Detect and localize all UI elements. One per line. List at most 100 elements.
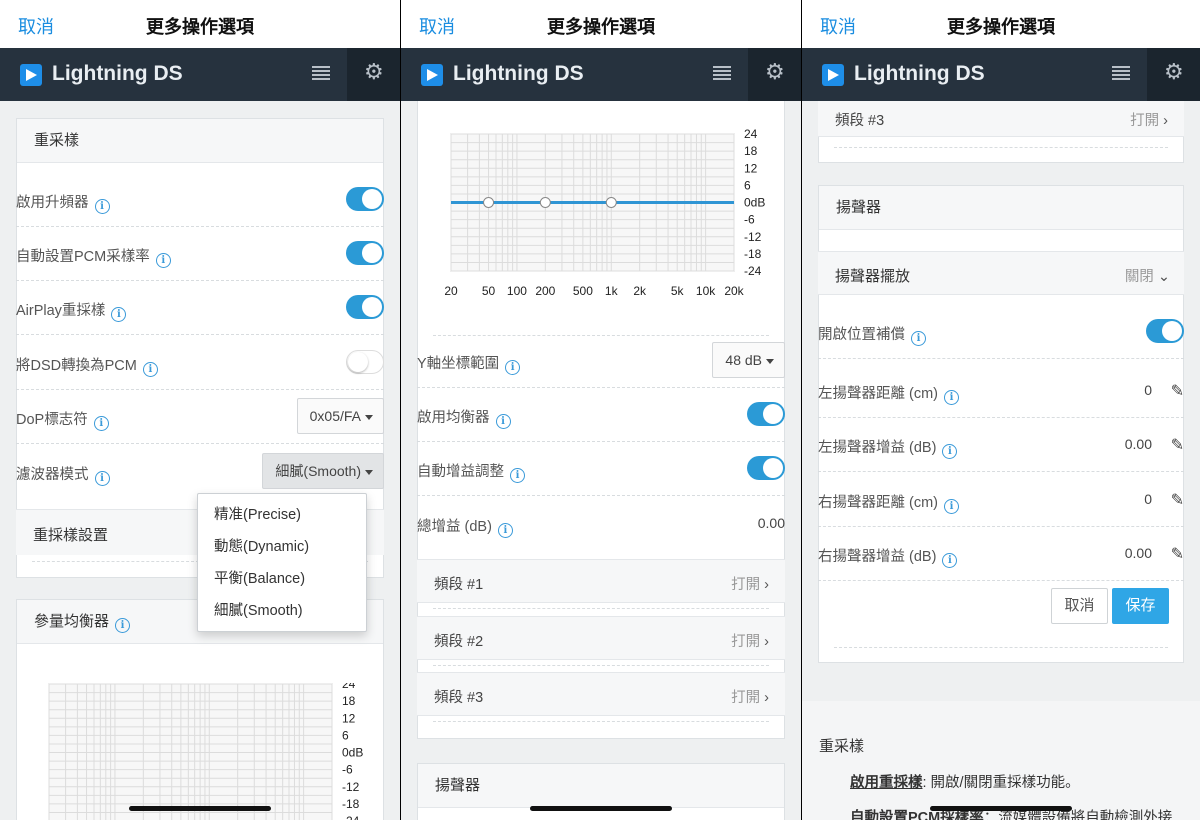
info-icon[interactable]: i — [944, 390, 960, 405]
page-title: 更多操作選項 — [146, 17, 254, 37]
y-tick-label: 18 — [342, 694, 356, 708]
y-tick-label: -6 — [744, 213, 755, 227]
info-icon[interactable]: i — [93, 416, 109, 431]
row-dop-marker: DoP標志符 i 0x05/FA — [16, 390, 384, 444]
eq-band-point — [483, 197, 495, 208]
row-label: Y軸坐標範圍 — [417, 356, 500, 372]
right-distance-value: 0 — [1144, 491, 1152, 507]
band-label: 頻段 #3 — [835, 113, 885, 129]
app-bar: Lightning DS ⚙ — [802, 48, 1200, 101]
row-dsd-to-pcm: 將DSD轉換為PCM i — [16, 336, 384, 390]
top-bar: 取消 更多操作選項 — [0, 0, 400, 48]
x-tick-label: 20k — [724, 284, 744, 298]
dsd-pcm-toggle[interactable] — [346, 350, 384, 374]
filter-select[interactable]: 細膩(Smooth) — [262, 453, 384, 489]
info-icon[interactable]: i — [111, 307, 127, 322]
info-icon[interactable]: i — [942, 444, 958, 459]
eq-chart[interactable]: 24 18 12 6 0dB -6 -12 -18 -24 20 50 100 200 500 1k 2k 5k… — [431, 123, 776, 303]
band-2-row[interactable]: 頻段 #2 打開 › — [417, 616, 785, 660]
info-icon[interactable]: i — [510, 468, 525, 483]
panel-speaker: 取消 更多操作選項 Lightning DS ⚙ 頻段 #3 打開 › 揚聲器 … — [802, 0, 1200, 820]
row-auto-pcm: 自動設置PCM采樣率 i — [16, 227, 384, 281]
row-label: 總增益 (dB) — [417, 519, 492, 535]
home-indicator — [930, 806, 1072, 811]
option-dynamic[interactable]: 動態(Dynamic) — [198, 531, 366, 563]
band-state: 打開 › — [1130, 113, 1168, 129]
info-icon[interactable]: i — [911, 331, 926, 346]
menu-icon[interactable] — [713, 65, 731, 81]
option-precise[interactable]: 精准(Precise) — [198, 499, 366, 531]
row-label: 開啟位置補償 — [818, 327, 905, 343]
y-tick-label: 0dB — [342, 746, 363, 760]
row-label: 自動設置PCM采樣率 — [16, 249, 150, 265]
option-balance[interactable]: 平衡(Balance) — [198, 563, 366, 595]
gear-icon: ⚙ — [765, 59, 785, 84]
info-icon[interactable]: i — [497, 523, 513, 538]
band-state: 打開 › — [731, 634, 769, 650]
position-comp-toggle[interactable] — [1146, 319, 1184, 343]
y-range-select[interactable]: 48 dB — [712, 342, 785, 378]
info-icon[interactable]: i — [944, 499, 960, 514]
gear-icon: ⚙ — [364, 59, 384, 84]
y-tick-label: 24 — [744, 127, 758, 141]
airplay-toggle[interactable] — [346, 295, 384, 319]
left-distance-value: 0 — [1144, 382, 1152, 398]
info-icon[interactable]: i — [94, 199, 110, 214]
row-enable-eq: 啟用均衡器 i — [417, 388, 785, 442]
info-icon[interactable]: i — [115, 618, 131, 633]
edit-icon[interactable]: ✎ — [1171, 381, 1184, 401]
eq-toggle[interactable] — [747, 402, 785, 426]
info-icon[interactable]: i — [142, 362, 158, 377]
y-tick-label: 18 — [744, 144, 758, 158]
info-icon[interactable]: i — [155, 253, 171, 268]
band-label: 頻段 #3 — [434, 690, 484, 706]
placement-section[interactable]: 揚聲器擺放 關閉 ⌄ — [818, 251, 1184, 295]
info-icon[interactable]: i — [505, 360, 521, 375]
left-gain-value: 0.00 — [1124, 436, 1152, 452]
placement-heading: 揚聲器擺放 — [835, 268, 911, 285]
upsampler-toggle[interactable] — [346, 187, 384, 211]
row-enable-upsampler: 啟用升頻器 i — [16, 173, 384, 227]
band-label: 頻段 #1 — [434, 577, 484, 593]
y-tick-label: 6 — [342, 728, 349, 742]
menu-icon[interactable] — [312, 65, 330, 81]
auto-pcm-toggle[interactable] — [346, 241, 384, 265]
row-label: 濾波器模式 — [16, 467, 89, 483]
save-button[interactable]: 保存 — [1112, 588, 1169, 624]
row-y-range: Y軸坐標範圍 i 48 dB — [417, 334, 785, 388]
y-tick-label: 12 — [342, 711, 356, 725]
placement-state: 關閉 ⌄ — [1124, 269, 1170, 285]
settings-button[interactable]: ⚙ — [748, 48, 801, 101]
option-smooth[interactable]: 細膩(Smooth) — [198, 595, 366, 627]
edit-icon[interactable]: ✎ — [1171, 544, 1184, 564]
auto-gain-toggle[interactable] — [747, 456, 785, 480]
divider — [433, 608, 769, 609]
settings-button[interactable]: ⚙ — [1147, 48, 1200, 101]
band-3-row[interactable]: 頻段 #3 打開 › — [417, 672, 785, 716]
cancel-button[interactable]: 取消 — [1051, 588, 1108, 624]
x-tick-label: 500 — [573, 284, 593, 298]
band-state: 打開 › — [731, 577, 769, 593]
gear-icon: ⚙ — [1164, 59, 1184, 84]
band-1-row[interactable]: 頻段 #1 打開 › — [417, 559, 785, 603]
band-label: 頻段 #2 — [434, 634, 484, 650]
y-tick-label: -18 — [744, 247, 762, 261]
menu-icon[interactable] — [1112, 65, 1130, 81]
page-title: 更多操作選項 — [547, 17, 655, 37]
info-icon[interactable]: i — [942, 553, 958, 568]
resample-heading: 重采樣 — [17, 119, 383, 163]
row-label: 左揚聲器距離 (cm) — [818, 386, 939, 402]
row-left-distance: 左揚聲器距離 (cm) i 0 ✎ — [818, 364, 1184, 418]
dop-select[interactable]: 0x05/FA — [296, 398, 384, 434]
y-tick-label: 24 — [342, 683, 356, 691]
info-icon[interactable]: i — [94, 471, 110, 486]
help-item-1: 啟用重採樣: 開啟/關閉重採樣功能。 — [850, 775, 1080, 791]
app-name: Lightning DS — [854, 62, 985, 85]
eq-band-point — [539, 197, 551, 208]
info-icon[interactable]: i — [495, 414, 511, 429]
edit-icon[interactable]: ✎ — [1171, 435, 1184, 455]
settings-button[interactable]: ⚙ — [347, 48, 400, 101]
band-3-row[interactable]: 頻段 #3 打開 › — [818, 101, 1184, 137]
edit-icon[interactable]: ✎ — [1171, 490, 1184, 510]
row-auto-gain: 自動增益調整 i — [417, 442, 785, 496]
